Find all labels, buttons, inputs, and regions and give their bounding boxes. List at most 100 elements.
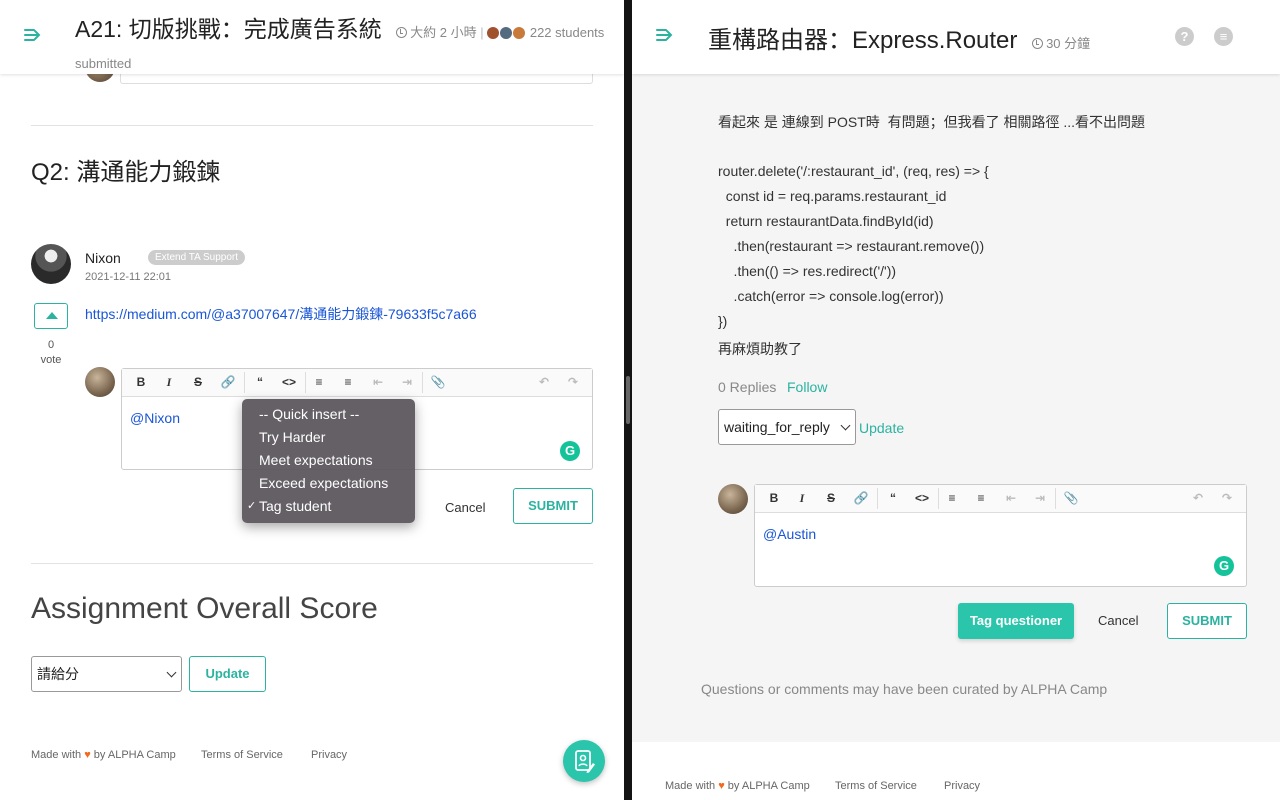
duration: 大約 2 小時 bbox=[410, 25, 477, 40]
terms-link[interactable]: Terms of Service bbox=[835, 780, 917, 792]
assignment-meta: 大約 2 小時 | 222 students bbox=[396, 25, 604, 40]
replies-count: 0 Replies bbox=[718, 379, 777, 395]
menu-item-tag-student[interactable]: Tag student bbox=[242, 495, 415, 518]
caret-right-icon[interactable]: ▶ bbox=[207, 162, 215, 173]
cancel-button[interactable]: Cancel bbox=[1098, 613, 1138, 628]
code-icon[interactable]: <> bbox=[276, 372, 302, 393]
status-select-value: waiting_for_reply bbox=[724, 419, 830, 435]
score-select[interactable]: 請給分 bbox=[31, 656, 182, 692]
student-avatar bbox=[500, 27, 513, 39]
code-line: }) bbox=[718, 313, 728, 329]
code-icon[interactable]: <> bbox=[909, 488, 935, 509]
help-icon[interactable]: ? bbox=[1175, 27, 1194, 46]
left-pane: A21: 切版挑戰：完成廣告系統 大約 2 小時 | 222 students … bbox=[0, 0, 624, 800]
vote-count: 0 bbox=[47, 339, 55, 351]
quick-insert-menu[interactable]: -- Quick insert -- Try Harder Meet expec… bbox=[242, 399, 415, 523]
students-count[interactable]: 222 students bbox=[530, 25, 604, 40]
fab-button[interactable] bbox=[563, 740, 605, 782]
editor-content[interactable]: @Austin bbox=[763, 526, 816, 542]
menu-item-meet-expectations[interactable]: Meet expectations bbox=[242, 449, 415, 472]
outdent-icon[interactable]: ⇤ bbox=[998, 488, 1024, 509]
vote-label: vote bbox=[40, 354, 62, 366]
code-line: .then(restaurant => restaurant.remove()) bbox=[718, 238, 985, 254]
avatar bbox=[31, 244, 71, 284]
indent-icon[interactable]: ⇥ bbox=[394, 372, 420, 393]
link-icon[interactable]: 🔗 bbox=[848, 488, 874, 509]
right-pane: 重構路由器：Express.Router 30 分鐘 ? ≡ 看起來 是 連線到… bbox=[632, 0, 1280, 800]
comment-link[interactable]: https://medium.com/@a37007647/溝通能力鍛鍊-796… bbox=[85, 304, 477, 324]
italic-icon[interactable]: I bbox=[156, 372, 182, 393]
alpha-camp-text: by ALPHA Camp bbox=[727, 780, 810, 792]
comment-timestamp: 2021-12-11 22:01 bbox=[85, 271, 172, 283]
privacy-link[interactable]: Privacy bbox=[311, 749, 347, 761]
numbered-list-icon[interactable]: ≡ bbox=[968, 488, 994, 509]
grammarly-icon[interactable]: G bbox=[560, 441, 580, 461]
score-title: Assignment Overall Score bbox=[31, 592, 378, 625]
chevron-down-icon bbox=[840, 420, 851, 431]
lesson-title: 重構路由器：Express.Router 30 分鐘 bbox=[708, 20, 1090, 55]
bullet-list-icon[interactable]: ≡ bbox=[939, 488, 965, 509]
clock-icon bbox=[1032, 38, 1044, 49]
redo-icon[interactable]: ↷ bbox=[1214, 488, 1240, 509]
bold-icon[interactable]: B bbox=[128, 372, 154, 393]
attachment-icon[interactable]: 📎 bbox=[425, 372, 451, 393]
chevron-down-icon bbox=[166, 667, 177, 678]
comment-author[interactable]: Nixon bbox=[85, 250, 121, 266]
curation-note: Questions or comments may have been cura… bbox=[701, 681, 1108, 697]
cancel-button[interactable]: Cancel bbox=[445, 500, 485, 515]
menu-item-exceed-expectations[interactable]: Exceed expectations bbox=[242, 472, 415, 495]
previous-editor-edge bbox=[120, 74, 593, 84]
bold-icon[interactable]: B bbox=[761, 488, 787, 509]
italic-icon[interactable]: I bbox=[789, 488, 815, 509]
update-status-link[interactable]: Update bbox=[859, 420, 904, 436]
menu-icon[interactable] bbox=[22, 24, 44, 46]
undo-icon[interactable]: ↶ bbox=[531, 372, 557, 393]
strikethrough-icon[interactable]: S bbox=[818, 488, 844, 509]
link-icon[interactable]: 🔗 bbox=[215, 372, 241, 393]
chat-icon[interactable]: ≡ bbox=[1214, 27, 1233, 46]
heart-icon: ♥ bbox=[84, 749, 91, 761]
numbered-list-icon[interactable]: ≡ bbox=[335, 372, 361, 393]
code-line: .catch(error => console.log(error)) bbox=[718, 288, 944, 304]
submit-button[interactable]: SUBMIT bbox=[1167, 603, 1247, 639]
right-header: 重構路由器：Express.Router 30 分鐘 ? ≡ bbox=[632, 0, 1280, 74]
alpha-camp-text: by ALPHA Camp bbox=[93, 749, 176, 761]
terms-link[interactable]: Terms of Service bbox=[201, 749, 283, 761]
indent-icon[interactable]: ⇥ bbox=[1027, 488, 1053, 509]
vote-counter: 0 vote bbox=[34, 338, 68, 368]
outdent-icon[interactable]: ⇤ bbox=[365, 372, 391, 393]
assignment-title: A21: 切版挑戰：完成廣告系統 大約 2 小時 | 222 students bbox=[75, 10, 604, 44]
toolbar-separator bbox=[877, 488, 878, 509]
menu-icon[interactable] bbox=[654, 24, 676, 46]
submit-button[interactable]: SUBMIT bbox=[513, 488, 593, 524]
redo-icon[interactable]: ↷ bbox=[560, 372, 586, 393]
grammarly-icon[interactable]: G bbox=[1214, 556, 1234, 576]
code-line: .then(() => res.redirect('/')) bbox=[718, 263, 897, 279]
quote-icon[interactable]: “ bbox=[247, 372, 273, 393]
question-text: 看起來 是 連線到 POST時 有問題；但我看了 相關路徑 ...看不出問題 bbox=[718, 114, 1146, 130]
divider-handle[interactable] bbox=[626, 376, 630, 424]
follow-link[interactable]: Follow bbox=[787, 379, 827, 395]
editor-content[interactable]: @Nixon bbox=[130, 410, 180, 426]
menu-item-quick-insert-header[interactable]: -- Quick insert -- bbox=[242, 403, 415, 426]
attachment-icon[interactable]: 📎 bbox=[1058, 488, 1084, 509]
footer-made-with: Made with ♥ by ALPHA Camp bbox=[665, 780, 810, 792]
reply-editor[interactable]: B I S 🔗 “ <> ≡ ≡ ⇤ ⇥ 📎 ↶ ↷ @Austin G bbox=[754, 484, 1247, 587]
undo-icon[interactable]: ↶ bbox=[1185, 488, 1211, 509]
question-text: 再麻煩助教了 bbox=[718, 341, 802, 357]
student-avatar bbox=[513, 27, 526, 39]
menu-item-try-harder[interactable]: Try Harder bbox=[242, 426, 415, 449]
status-select[interactable]: waiting_for_reply bbox=[718, 409, 856, 445]
code-line: return restaurantData.findById(id) bbox=[718, 213, 934, 229]
quote-icon[interactable]: “ bbox=[880, 488, 906, 509]
update-score-button[interactable]: Update bbox=[189, 656, 266, 692]
split-divider[interactable] bbox=[624, 0, 632, 800]
upvote-button[interactable] bbox=[34, 303, 68, 329]
bullet-list-icon[interactable]: ≡ bbox=[306, 372, 332, 393]
tag-questioner-button[interactable]: Tag questioner bbox=[958, 603, 1074, 639]
footer-made-with: Made with ♥ by ALPHA Camp bbox=[31, 749, 176, 761]
made-with-text: Made with bbox=[665, 780, 716, 792]
code-line: router.delete('/:restaurant_id', (req, r… bbox=[718, 163, 989, 179]
privacy-link[interactable]: Privacy bbox=[944, 780, 980, 792]
strikethrough-icon[interactable]: S bbox=[185, 372, 211, 393]
